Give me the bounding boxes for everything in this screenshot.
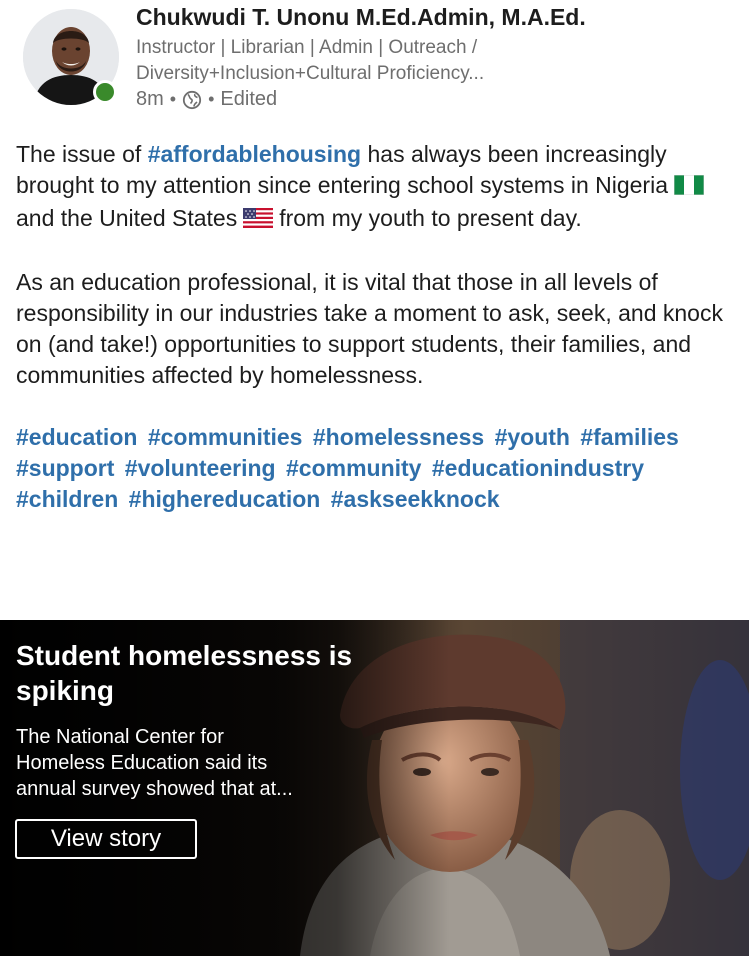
hashtag-list: #education #communities #homelessness #y… [16, 422, 736, 515]
post-header: Chukwudi T. Unonu M.Ed.Admin, M.A.Ed. In… [0, 0, 749, 125]
author-headline: Instructor | Librarian | Admin | Outreac… [136, 35, 696, 87]
body-text-run: and the United States [16, 205, 238, 231]
hashtag-link[interactable]: #educationindustry [432, 455, 644, 481]
post-meta: 8m • • Edited [136, 88, 277, 111]
hashtag-link[interactable]: #askseekknock [331, 486, 500, 512]
headline-line: Diversity+Inclusion+Cultural Proficiency… [136, 63, 485, 84]
hashtag-link[interactable]: #support [16, 455, 114, 481]
hashtag-link[interactable]: #communities [148, 424, 303, 450]
body-text-run: from my youth to present day. [279, 205, 582, 231]
globe-icon [182, 90, 202, 110]
description-line: annual survey showed that at... [16, 778, 293, 800]
edited-label: Edited [220, 88, 278, 110]
hashtag-link[interactable]: #families [580, 424, 678, 450]
article-title[interactable]: Student homelessness is spiking [16, 638, 356, 708]
post-time: 8m [136, 88, 164, 110]
meta-separator: • [208, 89, 215, 109]
view-story-button[interactable]: View story [15, 819, 197, 859]
post-paragraph-1: The issue of #affordablehousing has alwa… [16, 139, 736, 236]
online-status-indicator [93, 80, 117, 104]
author-name[interactable]: Chukwudi T. Unonu M.Ed.Admin, M.A.Ed. [136, 4, 586, 31]
hashtag-link[interactable]: #volunteering [125, 455, 276, 481]
description-line: The National Center for [16, 726, 224, 748]
post-paragraph-2: As an education professional, it is vita… [16, 269, 723, 388]
hashtag-link[interactable]: #community [286, 455, 421, 481]
hashtag-link[interactable]: #youth [495, 424, 570, 450]
description-line: Homeless Education said its [16, 752, 268, 774]
united-states-flag-icon [243, 205, 274, 236]
headline-line: Instructor | Librarian | Admin | Outreac… [136, 37, 478, 58]
meta-separator: • [169, 89, 177, 109]
hashtag-link[interactable]: #highereducation [129, 486, 321, 512]
article-link-card[interactable]: Student homelessness is spiking The Nati… [0, 620, 749, 956]
article-description: The National Center for Homeless Educati… [16, 724, 356, 802]
body-text-run: The issue of [16, 141, 148, 167]
hashtag-link[interactable]: #affordablehousing [148, 141, 361, 167]
nigeria-flag-icon [673, 172, 705, 203]
post-body: The issue of #affordablehousing has alwa… [16, 139, 736, 515]
hashtag-link[interactable]: #education [16, 424, 137, 450]
hashtag-link[interactable]: #children [16, 486, 118, 512]
hashtag-link[interactable]: #homelessness [313, 424, 484, 450]
